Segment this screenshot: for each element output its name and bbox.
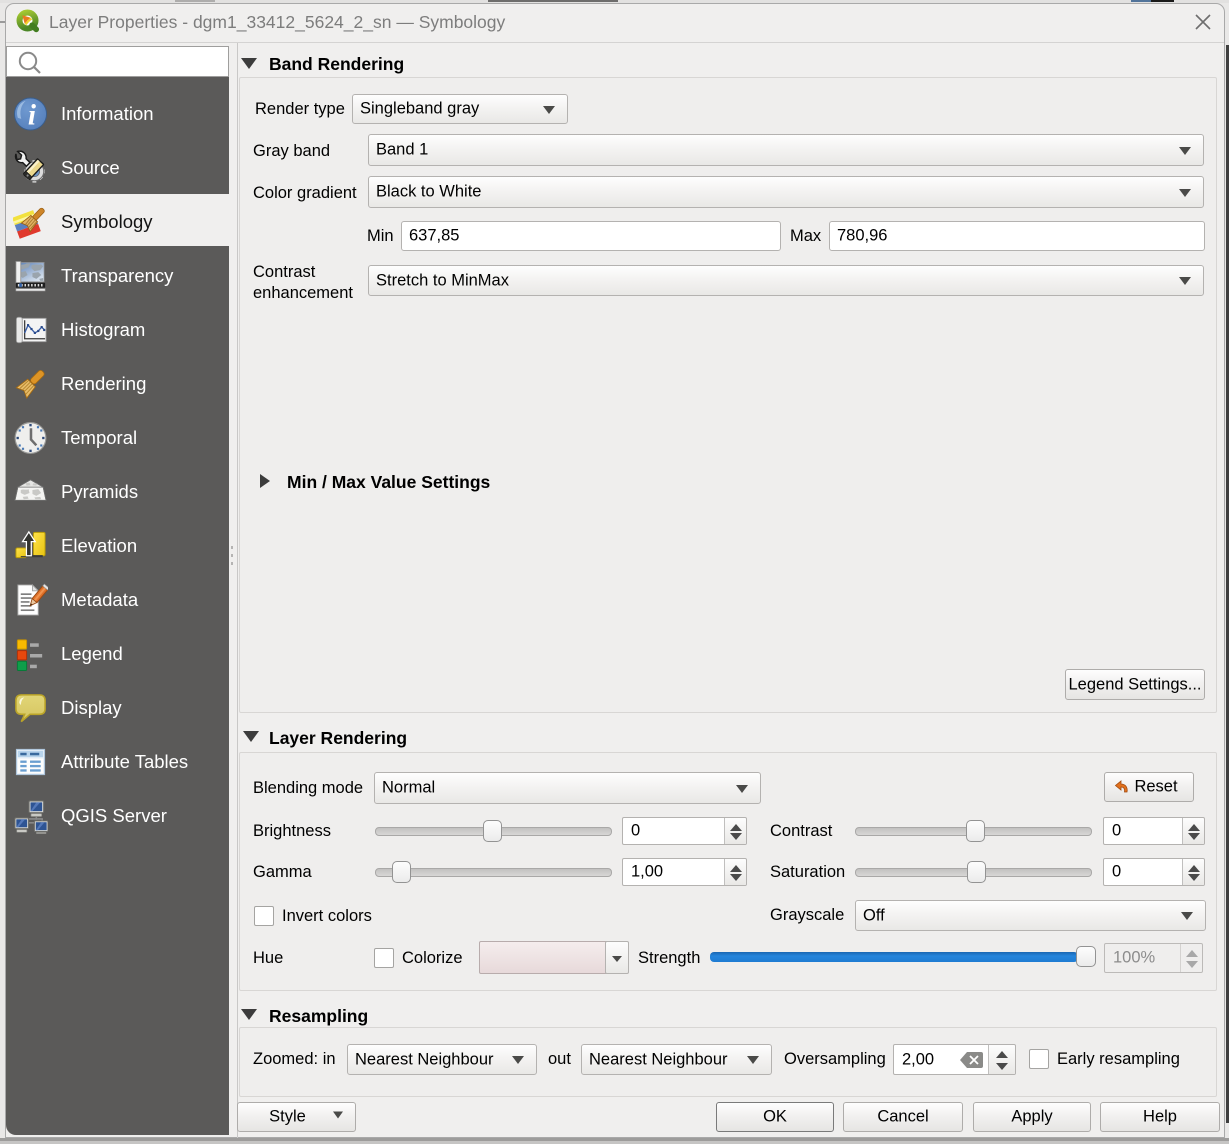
svg-text:i: i — [28, 100, 36, 132]
